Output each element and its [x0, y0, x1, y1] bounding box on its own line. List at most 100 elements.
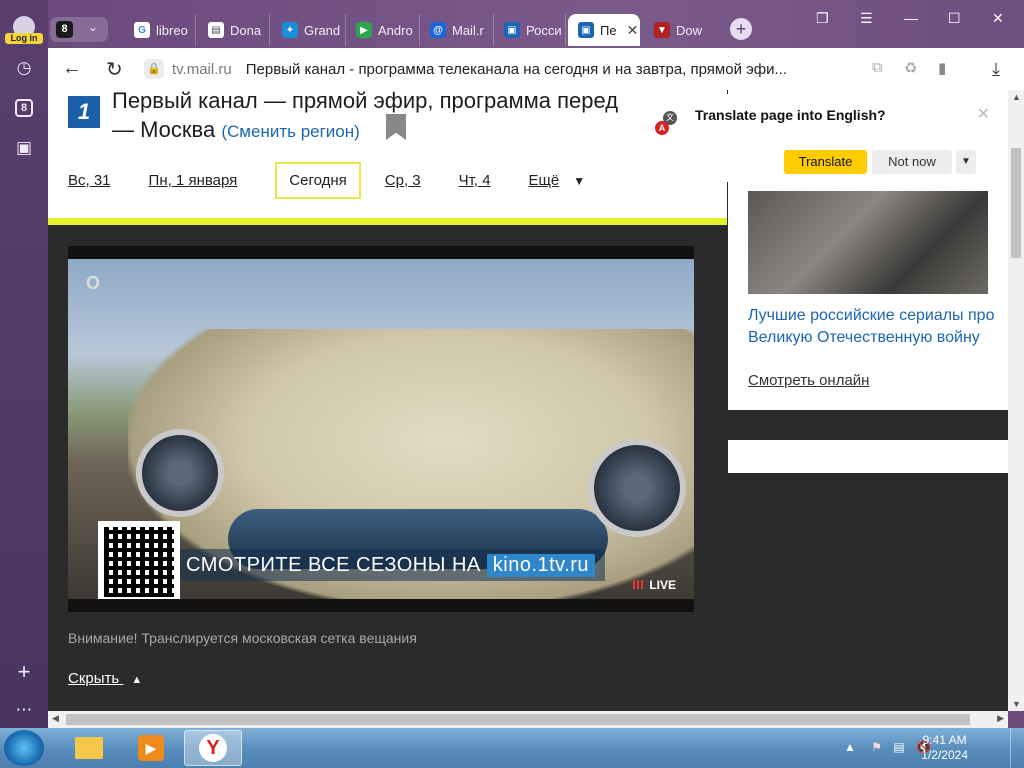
caret-up-icon: ▲	[131, 674, 143, 686]
network-icon[interactable]: ▤	[893, 740, 904, 754]
tab-libreoffice[interactable]: G libreo	[124, 14, 196, 46]
login-badge[interactable]: Log in	[5, 33, 43, 44]
page-heading: Первый канал — прямой эфир, программа пе…	[112, 90, 712, 146]
translate-options-button[interactable]: ▼	[956, 150, 976, 174]
browser-sidebar: Log in ◷ 8 ▣ + ⋯	[0, 0, 48, 728]
more-icon[interactable]: ⋯	[12, 698, 36, 722]
screenshot-icon[interactable]: ▣	[12, 136, 36, 160]
bookmark-icon[interactable]: ▮	[938, 59, 946, 77]
close-window-button[interactable]: ✕	[992, 10, 1004, 27]
translate-icon: 文 A	[655, 111, 679, 135]
translate-button[interactable]: Translate	[784, 150, 867, 174]
history-icon[interactable]: ◷	[12, 56, 36, 80]
vertical-scrollbar[interactable]: ▲ ▼	[1008, 90, 1024, 711]
document-icon: ▤	[208, 22, 224, 38]
hide-button[interactable]: Скрыть ▲	[68, 670, 142, 687]
day-tabs: Вс, 31 Пн, 1 января Сегодня Ср, 3 Чт, 4 …	[68, 162, 585, 199]
day-sun-31[interactable]: Вс, 31	[68, 172, 111, 189]
tab-label: Andro	[378, 22, 413, 38]
new-tab-button[interactable]: +	[730, 18, 752, 40]
tab-group-button[interactable]: 8 ⌄	[50, 17, 108, 42]
system-tray: ▲ ⚑ ▤ 🔇	[844, 740, 931, 754]
day-wed-3[interactable]: Ср, 3	[385, 172, 421, 189]
live-bars-icon	[633, 580, 646, 589]
tab-label: Grand	[304, 22, 341, 38]
explorer-taskbar-button[interactable]	[60, 730, 118, 766]
add-panel-icon[interactable]: +	[12, 659, 36, 684]
caret-down-icon[interactable]: ▼	[573, 174, 585, 188]
watch-online-link[interactable]: Смотреть онлайн	[748, 372, 869, 389]
series-thumbnail[interactable]	[748, 191, 988, 294]
url-domain: tv.mail.ru	[172, 60, 232, 78]
tab-pervy-active[interactable]: ▣ Пе ✕	[568, 14, 640, 46]
series-title-link[interactable]: Лучшие российские сериалы про Великую От…	[748, 305, 998, 349]
page-header: 1 Первый канал — прямой эфир, программа …	[48, 90, 727, 218]
tab-label: Росси	[526, 22, 562, 38]
lock-icon[interactable]: 🔒	[144, 59, 164, 79]
tab-android[interactable]: ▶ Andro	[346, 14, 420, 46]
scroll-up-arrow[interactable]: ▲	[1012, 92, 1021, 102]
play-store-icon: ▶	[356, 22, 372, 38]
reload-button[interactable]: ↻	[106, 57, 123, 82]
download-icon[interactable]: ⤓	[992, 59, 1000, 80]
tab-label: Mail.r	[452, 22, 484, 38]
back-button[interactable]: ←	[62, 57, 82, 80]
scroll-thumb[interactable]	[1011, 148, 1021, 258]
not-now-button[interactable]: Not now	[872, 150, 952, 174]
start-button[interactable]	[4, 730, 44, 766]
change-region-link[interactable]: (Сменить регион)	[221, 122, 359, 141]
clock-date: 1/2/2024	[921, 748, 968, 762]
tab-grand[interactable]: ✦ Grand	[272, 14, 346, 46]
live-video-player[interactable]: О СМОТРИТЕ ВСЕ СЕЗОНЫ НА kino.1tv.ru LIV…	[68, 246, 694, 612]
address-bar: ← ↻ 🔒 tv.mail.ru Первый канал - программ…	[48, 48, 1024, 90]
clock-time: 9:41 AM	[922, 733, 967, 747]
clock[interactable]: 9:41 AM 1/2/2024	[921, 733, 968, 763]
close-icon[interactable]: ✕	[977, 104, 990, 124]
tab-label: Dona	[230, 22, 262, 38]
tv-icon: ▣	[504, 22, 520, 38]
tv-icon: ▣	[578, 22, 594, 38]
tab-mail[interactable]: @ Mail.r	[420, 14, 494, 46]
heading-line2: — Москва	[112, 117, 216, 142]
video-frame: О СМОТРИТЕ ВСЕ СЕЗОНЫ НА kino.1tv.ru	[68, 259, 694, 599]
tab-count: 8	[56, 21, 73, 38]
tab-donate[interactable]: ▤ Dona	[198, 14, 270, 46]
mail-at-icon: @	[430, 22, 446, 38]
bookmarks-panel-icon[interactable]: ❐	[816, 10, 829, 27]
day-more[interactable]: Ещё	[529, 172, 560, 189]
chevron-down-icon: ⌄	[88, 20, 99, 34]
horizontal-scrollbar[interactable]: ◀ ▶	[48, 711, 1008, 728]
tab-label: Пе	[600, 22, 617, 38]
minimize-button[interactable]: —	[904, 10, 918, 26]
tray-expand-icon[interactable]: ▲	[844, 740, 856, 754]
tabs-counter-icon[interactable]: 8	[12, 96, 36, 120]
share-icon[interactable]: ⧉	[872, 59, 883, 76]
scroll-right-arrow[interactable]: ▶	[997, 713, 1004, 724]
translate-question: Translate page into English?	[695, 107, 886, 123]
car-headlight-left	[136, 429, 224, 517]
show-desktop-button[interactable]	[1010, 728, 1024, 768]
accent-line	[48, 218, 727, 225]
folder-icon	[75, 737, 103, 759]
tab-download[interactable]: ▼ Dow	[644, 14, 720, 46]
day-today[interactable]: Сегодня	[275, 162, 361, 199]
tab-rossiya[interactable]: ▣ Росси	[494, 14, 566, 46]
scroll-down-arrow[interactable]: ▼	[1012, 699, 1021, 709]
day-thu-4[interactable]: Чт, 4	[459, 172, 491, 189]
heading-line1: Первый канал — прямой эфир, программа пе…	[112, 90, 619, 113]
day-mon-1[interactable]: Пн, 1 января	[149, 172, 238, 189]
grand-icon: ✦	[282, 22, 298, 38]
media-player-taskbar-button[interactable]: ▶	[122, 730, 180, 766]
close-icon[interactable]: ✕	[627, 22, 639, 39]
car-headlight-right	[588, 439, 686, 537]
ok-icon: О	[86, 273, 101, 293]
scroll-left-arrow[interactable]: ◀	[52, 713, 59, 724]
translate-icon[interactable]: ♻	[904, 59, 917, 77]
url-field[interactable]: 🔒 tv.mail.ru Первый канал - программа те…	[144, 56, 864, 82]
promo-site: kino.1tv.ru	[486, 553, 596, 577]
yandex-browser-taskbar-button[interactable]: Y	[184, 730, 242, 766]
action-center-icon[interactable]: ⚑	[871, 740, 882, 754]
maximize-button[interactable]: ☐	[948, 10, 961, 27]
scroll-thumb[interactable]	[66, 714, 970, 725]
menu-icon[interactable]: ☰	[860, 10, 873, 27]
